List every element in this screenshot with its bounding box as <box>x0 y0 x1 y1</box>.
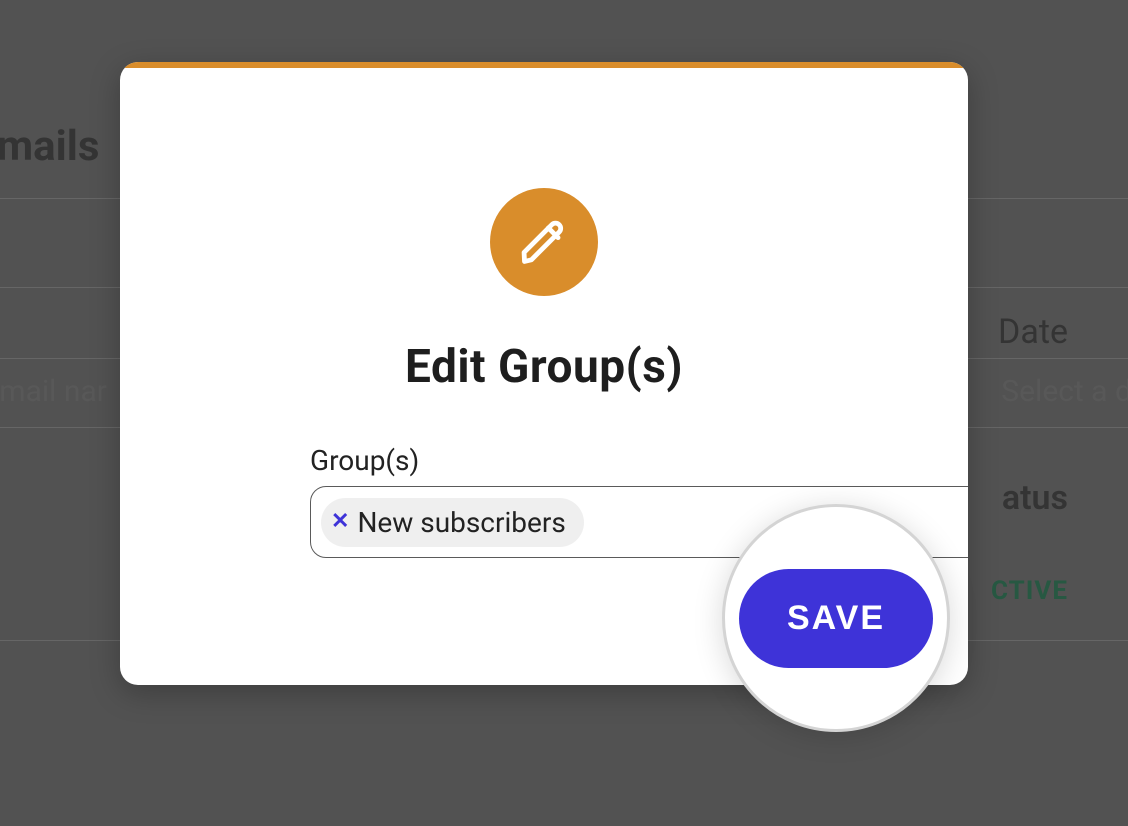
groups-field-label: Group(s) <box>310 444 419 477</box>
modal-title: Edit Group(s) <box>120 340 968 394</box>
group-chip: New subscribers <box>321 498 584 547</box>
remove-chip-icon[interactable] <box>331 511 349 533</box>
group-chip-label: New subscribers <box>357 506 565 539</box>
pencil-icon <box>490 188 598 296</box>
save-highlight-ring: SAVE <box>722 504 950 732</box>
save-button[interactable]: SAVE <box>739 569 933 668</box>
